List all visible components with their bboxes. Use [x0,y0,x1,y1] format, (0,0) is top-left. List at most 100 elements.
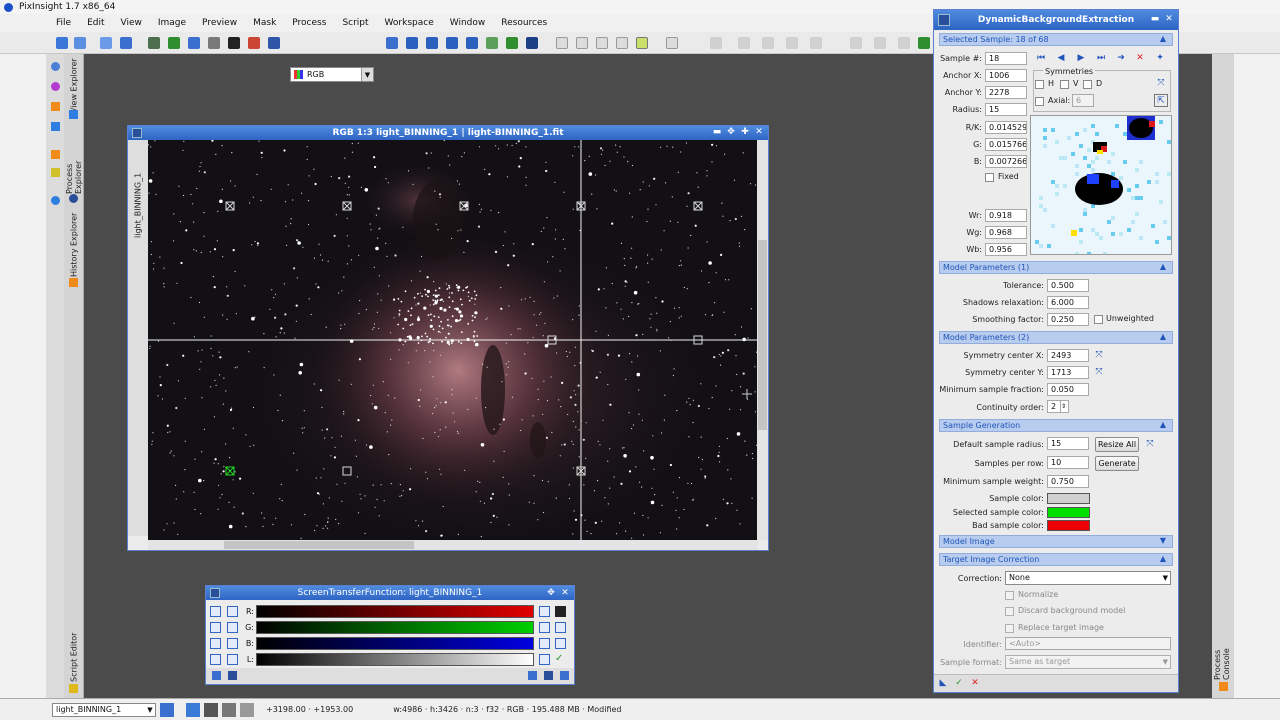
menu-file[interactable]: File [48,18,79,28]
pin-sample-icon[interactable]: ✦ [1155,53,1165,63]
preview-5-icon[interactable] [636,37,648,49]
sample-generation-header[interactable]: Sample Generation ▲ [939,419,1173,432]
stf-options-icon[interactable] [560,671,569,680]
symmetry-center-y-pick-icon[interactable]: ⤧ [1092,366,1106,379]
generate-button[interactable]: Generate [1095,456,1139,471]
tab-process-explorer[interactable]: Process Explorer [65,128,83,194]
model-parameters-2-header[interactable]: Model Parameters (2) ▲ [939,331,1173,344]
replace-target-checkbox[interactable] [1005,624,1014,633]
readout-icon[interactable] [486,37,498,49]
bad-sample-color-swatch[interactable] [1047,520,1090,531]
astro-image-canvas[interactable] [148,140,758,540]
normalize-checkbox[interactable] [1005,591,1014,600]
symmetry-pick-icon[interactable]: ⤧ [1154,77,1168,90]
process-dock-icon[interactable] [51,150,60,159]
file-explorer-dock-icon[interactable] [51,122,60,131]
menu-edit[interactable]: Edit [79,18,112,28]
channel-blue-icon[interactable] [188,37,200,49]
execute-icon[interactable]: ✓ [954,678,964,688]
preview-3-icon[interactable] [596,37,608,49]
new-instance-icon[interactable]: ◣ [938,678,948,688]
min-sample-weight-field[interactable]: 0.750 [1047,475,1089,488]
stf-rgb-icon[interactable] [555,622,566,633]
axial-pick-icon[interactable]: ⇱ [1154,94,1168,107]
samples-per-row-field[interactable]: 10 [1047,456,1089,469]
zoom-1-1-icon[interactable] [466,37,478,49]
menu-workspace[interactable]: Workspace [377,18,442,28]
resize-all-button[interactable]: Resize All [1095,437,1139,452]
symmetry-center-y-field[interactable]: 1713 [1047,366,1089,379]
apply-icon[interactable] [228,671,237,680]
identifier-field[interactable]: <Auto> [1005,637,1171,650]
stf-red-slider[interactable] [256,605,534,618]
delete-sample-icon[interactable]: ✕ [1135,53,1145,63]
radius-field[interactable]: 15 [985,103,1027,116]
new-image-icon[interactable] [100,37,112,49]
anchor-y-field[interactable]: 2278 [985,86,1027,99]
channel-gray-icon[interactable] [208,37,220,49]
menu-script[interactable]: Script [334,18,376,28]
stf-auto-icon[interactable] [210,638,221,649]
menu-view[interactable]: View [113,18,150,28]
channel-rgb-icon[interactable] [148,37,160,49]
dbe-close-icon[interactable]: ✕ [1164,14,1174,25]
axial-checkbox[interactable] [1035,97,1044,106]
stf-blue-reset-icon[interactable] [539,638,550,649]
menu-preview[interactable]: Preview [194,18,245,28]
dbe-shade-icon[interactable]: ▬ [1150,14,1160,25]
tool-h-icon[interactable] [898,37,910,49]
stf-doc-icon[interactable] [528,671,537,680]
view-explorer-dock-icon[interactable] [51,62,60,71]
cancel-icon[interactable]: ✕ [970,678,980,688]
pan-mode-icon[interactable] [204,702,218,717]
menu-mask[interactable]: Mask [245,18,284,28]
horizontal-scroll-thumb[interactable] [224,541,414,549]
tab-script-editor[interactable]: Script Editor [66,630,82,684]
format-dock-icon[interactable] [51,168,60,177]
anchor-x-field[interactable]: 1006 [985,69,1027,82]
tab-process-console[interactable]: Process Console [1213,616,1231,680]
model-parameters-1-header[interactable]: Model Parameters (1) ▲ [939,261,1173,274]
image-window-title-bar[interactable]: RGB 1:3 light_BINNING_1 | light-BINNING_… [128,126,768,140]
shadows-relaxation-field[interactable]: 6.000 [1047,296,1089,309]
symmetry-h-checkbox[interactable] [1035,80,1044,89]
stf-red-icon[interactable] [248,37,260,49]
menu-window[interactable]: Window [442,18,494,28]
stf-reset-icon[interactable] [544,671,553,680]
new-preview-icon[interactable] [526,37,538,49]
minimize-icon[interactable]: ▬ [712,127,722,138]
stf-grid-icon[interactable] [210,654,221,665]
zoom-icon[interactable] [386,37,398,49]
menu-process[interactable]: Process [284,18,334,28]
spin-arrows-icon[interactable]: ⇕ [1060,400,1069,413]
preview-1-icon[interactable] [556,37,568,49]
menu-resources[interactable]: Resources [493,18,555,28]
default-sample-radius-field[interactable]: 15 [1047,437,1089,450]
tool-i-icon[interactable] [918,37,930,49]
preview-4-icon[interactable] [616,37,628,49]
continuity-order-field[interactable]: 2 [1047,400,1061,413]
stf-blue-slider[interactable] [256,637,534,650]
stf-plus-icon[interactable] [555,638,566,649]
next-sample-icon[interactable]: ▶ [1076,53,1086,63]
fit-view-icon[interactable] [446,37,458,49]
readout-dock-icon[interactable] [51,196,60,205]
tab-view-explorer[interactable]: View Explorer [66,58,82,114]
symmetry-d-checkbox[interactable] [1083,80,1092,89]
stf-shade-icon[interactable]: ✥ [546,588,556,599]
symmetry-center-x-field[interactable]: 2493 [1047,349,1089,362]
stf-luminance-reset-icon[interactable] [539,654,550,665]
stf-green-reset-icon[interactable] [539,622,550,633]
dbe-title-bar[interactable]: DynamicBackgroundExtraction ▬ ✕ [934,10,1178,30]
menu-image[interactable]: Image [150,18,194,28]
tool-d-icon[interactable] [786,37,798,49]
stf-close-icon[interactable]: ✕ [560,588,570,599]
auto-stretch-icon[interactable] [227,606,238,617]
view-settings-icon[interactable] [160,702,174,717]
favorite-dock-icon[interactable] [51,82,60,91]
tool-b-icon[interactable] [738,37,750,49]
zoom-in-icon[interactable] [406,37,418,49]
save-icon[interactable] [120,37,132,49]
symmetry-v-checkbox[interactable] [1060,80,1069,89]
stf-edit-icon[interactable] [210,622,221,633]
